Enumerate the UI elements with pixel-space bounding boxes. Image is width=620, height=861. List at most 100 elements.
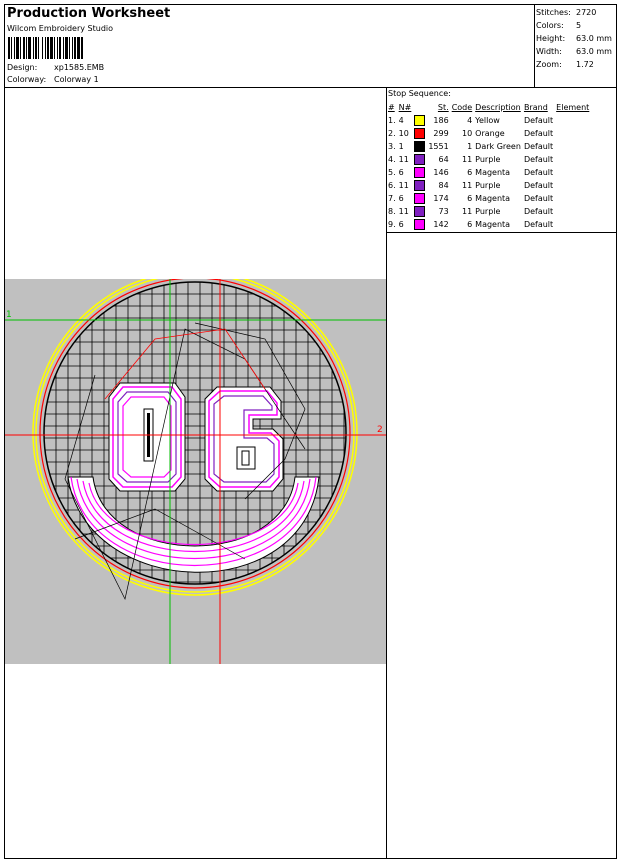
row-description: Magenta: [475, 220, 511, 229]
color-swatch: [414, 115, 426, 126]
row-element: [556, 179, 592, 192]
digit-six: [204, 386, 284, 492]
row-swatch: [414, 179, 428, 192]
row-stitches: 64: [438, 155, 449, 164]
row-brand: Default: [523, 168, 554, 177]
colorway-row: Colorway: Colorway 1: [7, 75, 99, 84]
ring-red: [39, 277, 351, 589]
table-row: 2. 10 299 10 Orange Default: [388, 127, 592, 140]
row-description: Purple: [475, 181, 501, 190]
row-element: [556, 153, 592, 166]
color-swatch: [414, 128, 426, 139]
sequence-title: Stop Sequence:: [388, 89, 451, 98]
fill-grid: [44, 282, 346, 584]
table-header-row: # N# St. Code Description Brand Element: [388, 101, 592, 114]
col-needle: N#: [398, 103, 412, 112]
row-swatch: [414, 140, 428, 153]
stat-height: Height: 63.0 mm: [536, 34, 612, 43]
row-description: Magenta: [475, 168, 511, 177]
row-element: [556, 166, 592, 179]
table-row: 4. 11 64 11 Purple Default: [388, 153, 592, 166]
row-description: Magenta: [475, 194, 511, 203]
ring-black: [43, 281, 347, 585]
row-index: 8.: [388, 207, 396, 216]
stat-width: Width: 63.0 mm: [536, 47, 612, 56]
row-element: [556, 192, 592, 205]
col-code: Code: [451, 103, 473, 112]
row-needle: 11: [398, 207, 409, 216]
row-stitches: 84: [438, 181, 449, 190]
row-brand: Default: [523, 129, 554, 138]
row-brand: Default: [523, 116, 554, 125]
row-index: 1.: [388, 116, 396, 125]
row-index: 2.: [388, 129, 396, 138]
row-code: 10: [461, 129, 473, 138]
row-stitches: 142: [433, 220, 449, 229]
barcode: [8, 37, 83, 59]
row-element: [556, 127, 592, 140]
row-code: 11: [461, 181, 473, 190]
row-needle: 6: [398, 220, 404, 229]
row-stitches: 174: [433, 194, 449, 203]
design-value: xp1585.EMB: [54, 63, 105, 72]
row-needle: 4: [398, 116, 404, 125]
table-row: 5. 6 146 6 Magenta Default: [388, 166, 592, 179]
col-description: Description: [475, 103, 521, 112]
row-needle: 1: [398, 142, 404, 151]
design-label: Design:: [7, 63, 38, 72]
row-code: 1: [467, 142, 473, 151]
marker-2: 2: [377, 425, 383, 435]
embroidery-preview: 1 2: [5, 270, 386, 664]
row-code: 11: [461, 155, 473, 164]
row-description: Orange: [475, 129, 505, 138]
stats-divider: [534, 5, 535, 87]
row-swatch: [414, 192, 428, 205]
stats-panel: Stitches: 2720 Colors: 5 Height: 63.0 mm Wi…: [536, 6, 612, 71]
row-swatch: [414, 127, 428, 140]
row-brand: Default: [523, 155, 554, 164]
color-swatch: [414, 141, 426, 152]
row-description: Dark Green: [475, 142, 521, 151]
sequence-divider: [386, 232, 616, 233]
table-row: 1. 4 186 4 Yellow Default: [388, 114, 592, 127]
column-divider: [386, 87, 387, 858]
colorway-label: Colorway:: [7, 75, 47, 84]
row-code: 6: [467, 220, 473, 229]
digit-zero: [108, 382, 186, 492]
row-swatch: [414, 153, 428, 166]
row-code: 11: [461, 207, 473, 216]
row-needle: 6: [398, 194, 404, 203]
row-swatch: [414, 205, 428, 218]
marker-1: 1: [6, 310, 12, 320]
row-brand: Default: [523, 220, 554, 229]
col-element: Element: [556, 103, 590, 112]
studio-name: Wilcom Embroidery Studio: [7, 24, 114, 33]
row-stitches: 186: [433, 116, 449, 125]
row-index: 7.: [388, 194, 396, 203]
row-brand: Default: [523, 194, 554, 203]
design-preview: 1 2: [5, 270, 386, 664]
color-swatch: [414, 206, 426, 217]
color-swatch: [414, 193, 426, 204]
color-swatch: [414, 219, 426, 230]
row-stitches: 146: [433, 168, 449, 177]
col-stitches: St.: [437, 103, 449, 112]
table-row: 6. 11 84 11 Purple Default: [388, 179, 592, 192]
table-row: 9. 6 142 6 Magenta Default: [388, 218, 592, 231]
row-swatch: [414, 114, 428, 127]
row-code: 6: [467, 194, 473, 203]
row-description: Purple: [475, 207, 501, 216]
row-code: 4: [467, 116, 473, 125]
row-needle: 11: [398, 155, 409, 164]
table-row: 3. 1 1551 1 Dark Green Default: [388, 140, 592, 153]
stat-stitches: Stitches: 2720: [536, 8, 597, 17]
col-index: #: [388, 103, 395, 112]
row-element: [556, 140, 592, 153]
row-description: Purple: [475, 155, 501, 164]
row-element: [556, 114, 592, 127]
row-needle: 11: [398, 181, 409, 190]
col-brand: Brand: [523, 103, 548, 112]
color-swatch: [414, 167, 426, 178]
row-swatch: [414, 218, 428, 231]
row-description: Yellow: [475, 116, 500, 125]
